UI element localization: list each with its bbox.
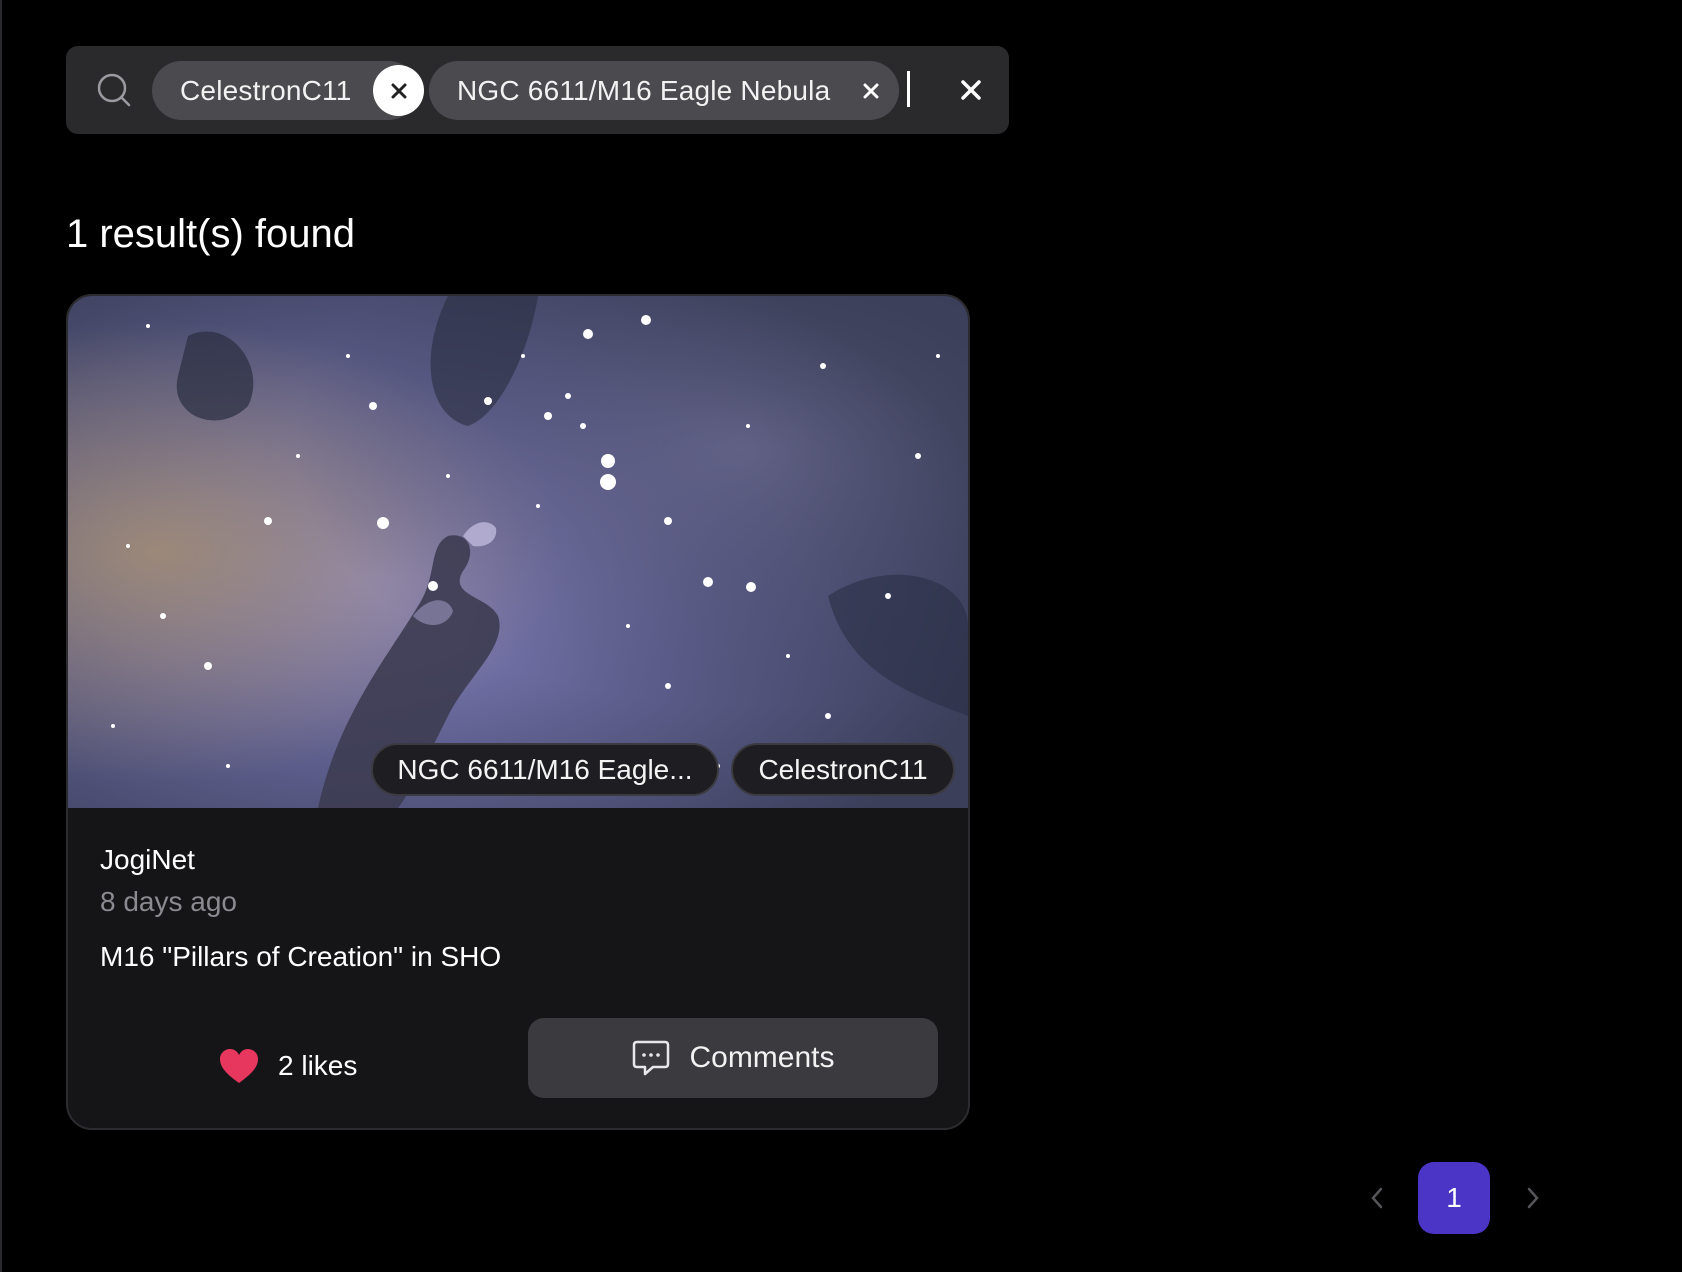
result-count: 1 result(s) found (66, 212, 356, 256)
image-tag-target[interactable]: NGC 6611/M16 Eagle... (371, 743, 719, 796)
post-title[interactable]: M16 "Pillars of Creation" in SHO (100, 941, 501, 973)
pagination-next[interactable] (1518, 1178, 1548, 1218)
pagination-page-1[interactable]: 1 (1418, 1162, 1490, 1234)
chevron-left-icon (1371, 1187, 1383, 1209)
search-bar[interactable]: CelestronC11 NGC 6611/M16 Eagle Nebula (66, 46, 1009, 134)
image-tag-telescope[interactable]: CelestronC11 (731, 743, 955, 796)
comments-label: Comments (689, 1041, 835, 1074)
window-edge (0, 0, 2, 1272)
comments-button[interactable]: Comments (528, 1018, 938, 1098)
like-button[interactable]: 2 likes (218, 1036, 357, 1096)
chevron-right-icon (1527, 1187, 1539, 1209)
heart-icon (220, 1049, 258, 1083)
page: CelestronC11 NGC 6611/M16 Eagle Nebula 1… (0, 0, 1682, 1272)
nebula-image[interactable] (68, 296, 968, 808)
comment-bubble-icon (633, 1040, 670, 1076)
search-chip-celestron[interactable]: CelestronC11 (152, 61, 424, 120)
clear-search-close-icon[interactable] (951, 70, 991, 110)
text-caret (907, 71, 910, 107)
author-name[interactable]: JogiNet (100, 844, 195, 876)
search-icon (97, 73, 131, 107)
chip-label: NGC 6611/M16 Eagle Nebula (457, 74, 831, 106)
pagination-prev[interactable] (1362, 1178, 1392, 1218)
chip-label: CelestronC11 (180, 74, 352, 106)
likes-count: 2 likes (278, 1050, 358, 1081)
remove-chip-close-icon[interactable] (851, 71, 891, 111)
result-card[interactable]: NGC 6611/M16 Eagle... CelestronC11 JogiN… (66, 294, 970, 1130)
search-chip-eagle-nebula[interactable]: NGC 6611/M16 Eagle Nebula (429, 61, 899, 120)
post-time: 8 days ago (100, 886, 237, 917)
remove-chip-close-icon[interactable] (373, 65, 424, 116)
